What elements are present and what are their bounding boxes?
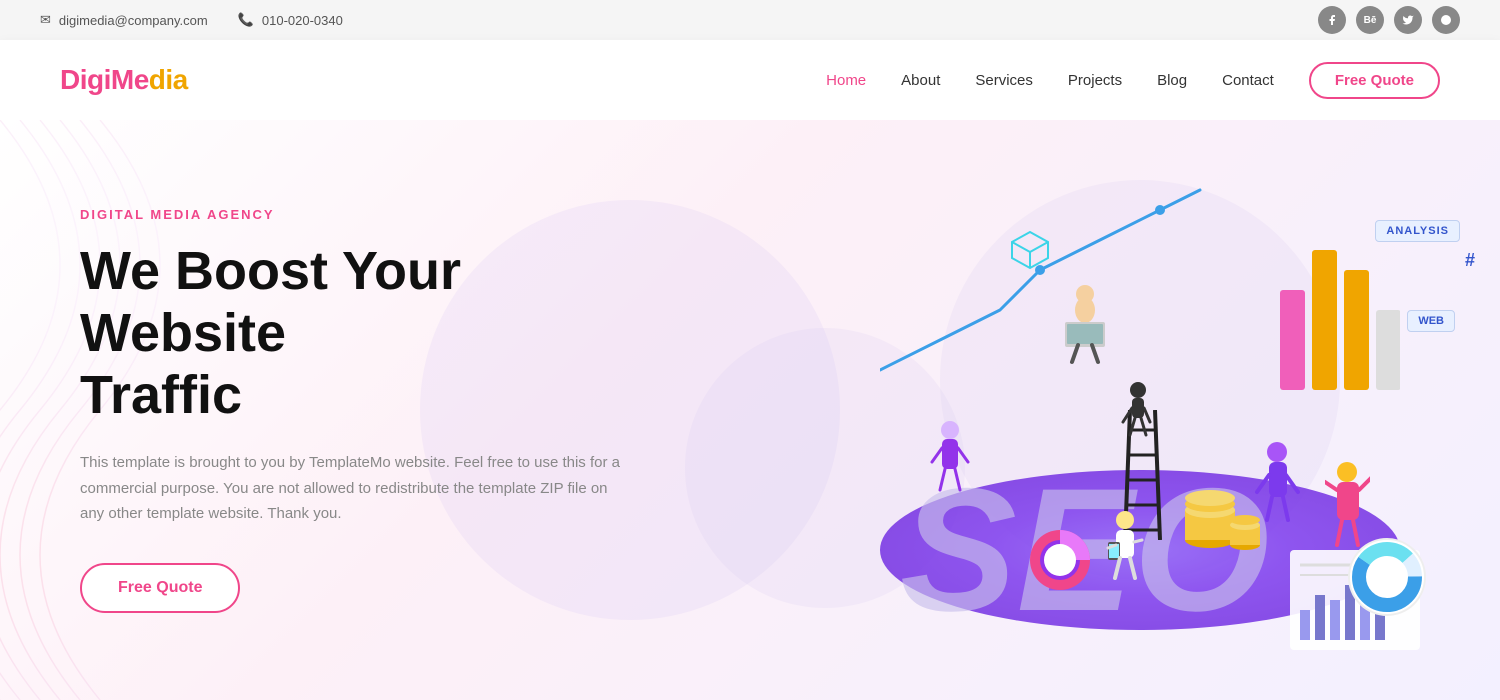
cube-icon [1010,230,1050,270]
dribbble-icon[interactable] [1432,6,1460,34]
hero-free-quote-button[interactable]: Free Quote [80,563,240,613]
topbar: ✉ digimedia@company.com 📞 010-020-0340 B… [0,0,1500,40]
phone-number: 010-020-0340 [262,13,343,28]
label-analysis: ANALYSIS [1375,220,1460,242]
logo-digi: DigiMe [60,64,149,95]
nav-contact[interactable]: Contact [1222,72,1274,89]
hero-title-line2: Traffic [80,365,242,425]
hero-content: DIGITAL MEDIA AGENCY We Boost Your Websi… [0,147,700,673]
email-icon: ✉ [40,12,51,28]
social-links: Bē [1318,6,1460,34]
bar-chart [1280,230,1400,390]
hero-section: DIGITAL MEDIA AGENCY We Boost Your Websi… [0,120,1500,700]
logo-dia: di [149,64,173,95]
seo-scene: SEO ANALYSIS WEB # [800,150,1480,670]
twitter-icon[interactable] [1394,6,1422,34]
nav-home[interactable]: Home [826,72,866,89]
nav-services[interactable]: Services [975,72,1033,89]
hero-title: We Boost Your Website Traffic [80,240,620,426]
coins-group [1180,490,1260,550]
email-address: digimedia@company.com [59,13,208,28]
hero-description: This template is brought to you by Templ… [80,450,620,527]
logo[interactable]: DigiMedia [60,64,188,96]
label-hash: # [1465,250,1475,271]
person-mobile [1100,510,1150,590]
label-web: WEB [1407,310,1455,332]
hero-subtitle: DIGITAL MEDIA AGENCY [80,207,620,222]
hero-title-line1: We Boost Your Website [80,241,461,363]
nav-blog[interactable]: Blog [1157,72,1187,89]
header: DigiMedia Home About Services Projects B… [0,40,1500,120]
nav-about[interactable]: About [901,72,940,89]
hero-illustration: SEO ANALYSIS WEB # [780,120,1500,700]
phone-contact: 📞 010-020-0340 [238,12,343,28]
behance-icon[interactable]: Bē [1356,6,1384,34]
main-nav: Home About Services Projects Blog Contac… [826,62,1440,99]
donut-chart [1020,520,1100,600]
logo-a: a [173,64,188,95]
nav-projects[interactable]: Projects [1068,72,1122,89]
person-climbing [1118,380,1158,440]
facebook-icon[interactable] [1318,6,1346,34]
topbar-contacts: ✉ digimedia@company.com 📞 010-020-0340 [40,12,343,28]
circle-monitor [1345,535,1430,620]
header-free-quote-button[interactable]: Free Quote [1309,62,1440,99]
person-purple [1255,440,1300,540]
person-bottom-left [930,420,970,510]
person-laptop [1050,280,1120,370]
phone-icon: 📞 [238,12,254,28]
email-contact: ✉ digimedia@company.com [40,12,208,28]
